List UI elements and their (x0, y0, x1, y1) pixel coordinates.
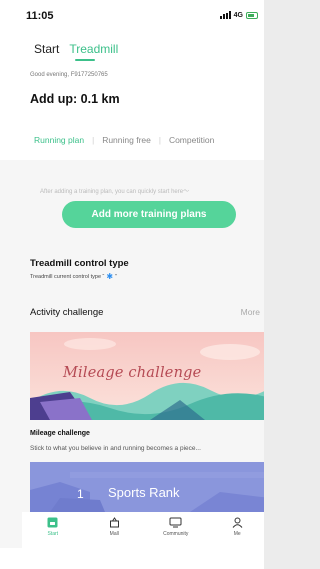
nav-label-start: Start (47, 531, 59, 537)
challenge-title[interactable]: Mileage challenge (30, 430, 90, 437)
nav-item-mall[interactable]: Mall (84, 512, 146, 548)
sports-rank-banner[interactable]: 1 Sports Rank (30, 462, 264, 512)
home-indicator-area (0, 548, 264, 569)
bottom-navigation: Start Mall Community Me (22, 512, 264, 548)
add-training-plans-button[interactable]: Add more training plans (62, 201, 236, 228)
nav-item-me[interactable]: Me (207, 512, 265, 548)
control-type-text: Treadmill current control type “ (30, 274, 105, 280)
status-bar: 11:05 4G (0, 0, 264, 34)
nav-label-community: Community (163, 531, 189, 537)
battery-icon (246, 11, 258, 19)
activity-more-link[interactable]: More (241, 307, 260, 317)
running-mode-tabs: Running plan | Running free | Competitio… (34, 135, 264, 145)
tab-divider: | (92, 135, 95, 145)
control-type-subtitle: Treadmill current control type “ ✱ ” (30, 272, 117, 281)
training-hint: After adding a training plan, you can qu… (40, 189, 190, 195)
activity-challenge-title: Activity challenge (30, 307, 104, 318)
active-tab-indicator (75, 59, 95, 61)
rank-label: Sports Rank (108, 485, 180, 500)
tab-start[interactable]: Start (34, 42, 59, 56)
greeting-text: Good evening, F9177250765 (30, 72, 108, 78)
mode-tabs: Start Treadmill (34, 42, 118, 56)
nav-item-start[interactable]: Start (22, 512, 84, 548)
status-indicators: 4G (219, 11, 258, 19)
tab-treadmill[interactable]: Treadmill (69, 42, 118, 56)
status-time: 11:05 (26, 10, 54, 22)
control-type-text-end: ” (115, 274, 117, 280)
home-header: Start Treadmill Good evening, F917725076… (0, 34, 264, 160)
tab-competition[interactable]: Competition (169, 135, 214, 145)
nav-item-community[interactable]: Community (145, 512, 207, 548)
tab-divider: | (158, 135, 161, 145)
chat-icon (169, 517, 182, 528)
nav-label-mall: Mall (109, 531, 119, 537)
person-icon (232, 517, 243, 528)
app-screen: 11:05 4G Start Treadmill Good evening, F… (0, 0, 264, 569)
banner-title: Mileage challenge (63, 365, 202, 381)
mileage-challenge-banner[interactable]: Mileage challenge (30, 332, 264, 420)
signal-icon (219, 11, 231, 19)
network-label: 4G (233, 11, 243, 19)
home-icon (47, 517, 58, 528)
tab-running-plan[interactable]: Running plan (34, 135, 84, 145)
nav-label-me: Me (233, 531, 241, 537)
total-distance: Add up: 0.1 km (30, 92, 120, 106)
challenge-description: Stick to what you believe in and running… (30, 445, 201, 452)
bluetooth-icon: ✱ (106, 272, 114, 281)
tab-running-free[interactable]: Running free (102, 135, 151, 145)
rank-number: 1 (77, 487, 84, 501)
control-type-title[interactable]: Treadmill control type (30, 258, 129, 269)
shopping-bag-icon (109, 517, 119, 528)
